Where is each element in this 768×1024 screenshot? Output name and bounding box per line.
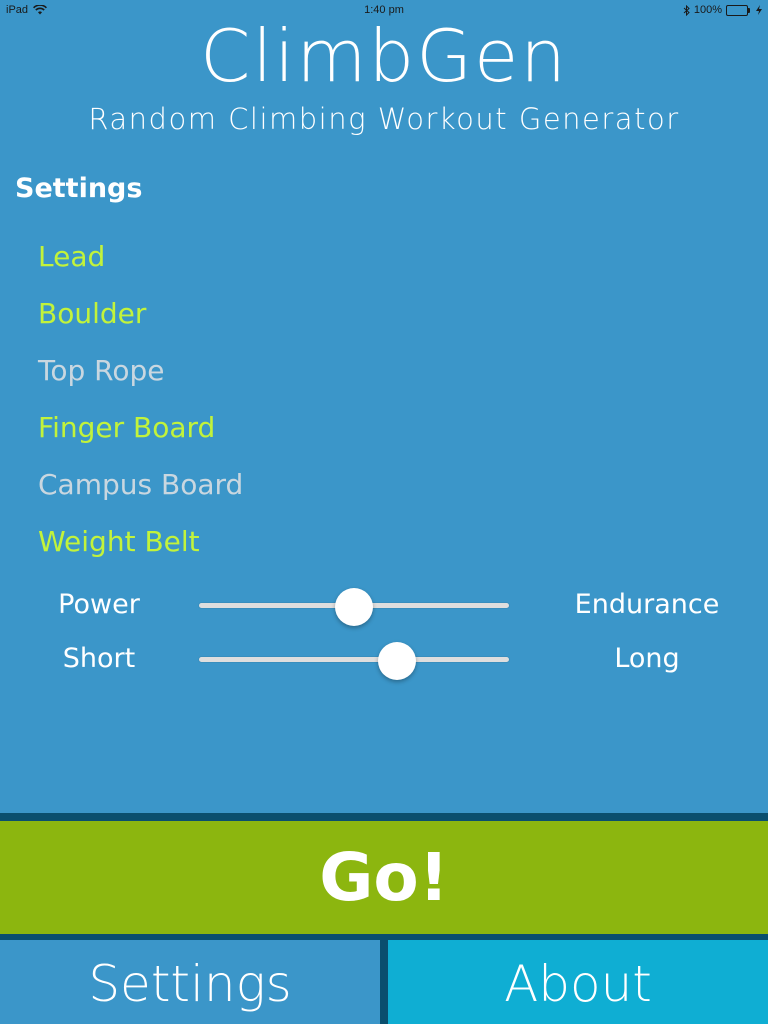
- settings-heading: Settings: [15, 173, 143, 204]
- power-endurance-slider[interactable]: [199, 588, 509, 626]
- short-label: Short: [62, 643, 136, 674]
- option-lead[interactable]: Lead: [38, 228, 243, 285]
- power-label: Power: [58, 589, 140, 620]
- settings-options: Lead Boulder Top Rope Finger Board Campu…: [38, 228, 243, 570]
- option-weight-belt[interactable]: Weight Belt: [38, 513, 243, 570]
- slider-thumb[interactable]: [378, 642, 417, 680]
- short-long-slider[interactable]: [199, 642, 509, 680]
- endurance-label: Endurance: [574, 589, 720, 620]
- option-finger-board[interactable]: Finger Board: [38, 399, 243, 456]
- tab-settings[interactable]: Settings: [0, 940, 380, 1024]
- app-subtitle: Random Climbing Workout Generator: [88, 102, 680, 136]
- app-title: ClimbGen: [200, 14, 568, 98]
- option-top-rope[interactable]: Top Rope: [38, 342, 243, 399]
- short-long-slider-row: Short Long: [0, 639, 768, 680]
- slider-thumb[interactable]: [335, 588, 373, 626]
- tab-bar: Settings About: [0, 940, 768, 1024]
- tab-about[interactable]: About: [388, 940, 768, 1024]
- power-endurance-slider-row: Power Endurance: [0, 585, 768, 626]
- go-bar: Go!: [0, 813, 768, 940]
- option-campus-board[interactable]: Campus Board: [38, 456, 243, 513]
- long-label: Long: [614, 643, 680, 674]
- go-button[interactable]: Go!: [0, 821, 768, 934]
- option-boulder[interactable]: Boulder: [38, 285, 243, 342]
